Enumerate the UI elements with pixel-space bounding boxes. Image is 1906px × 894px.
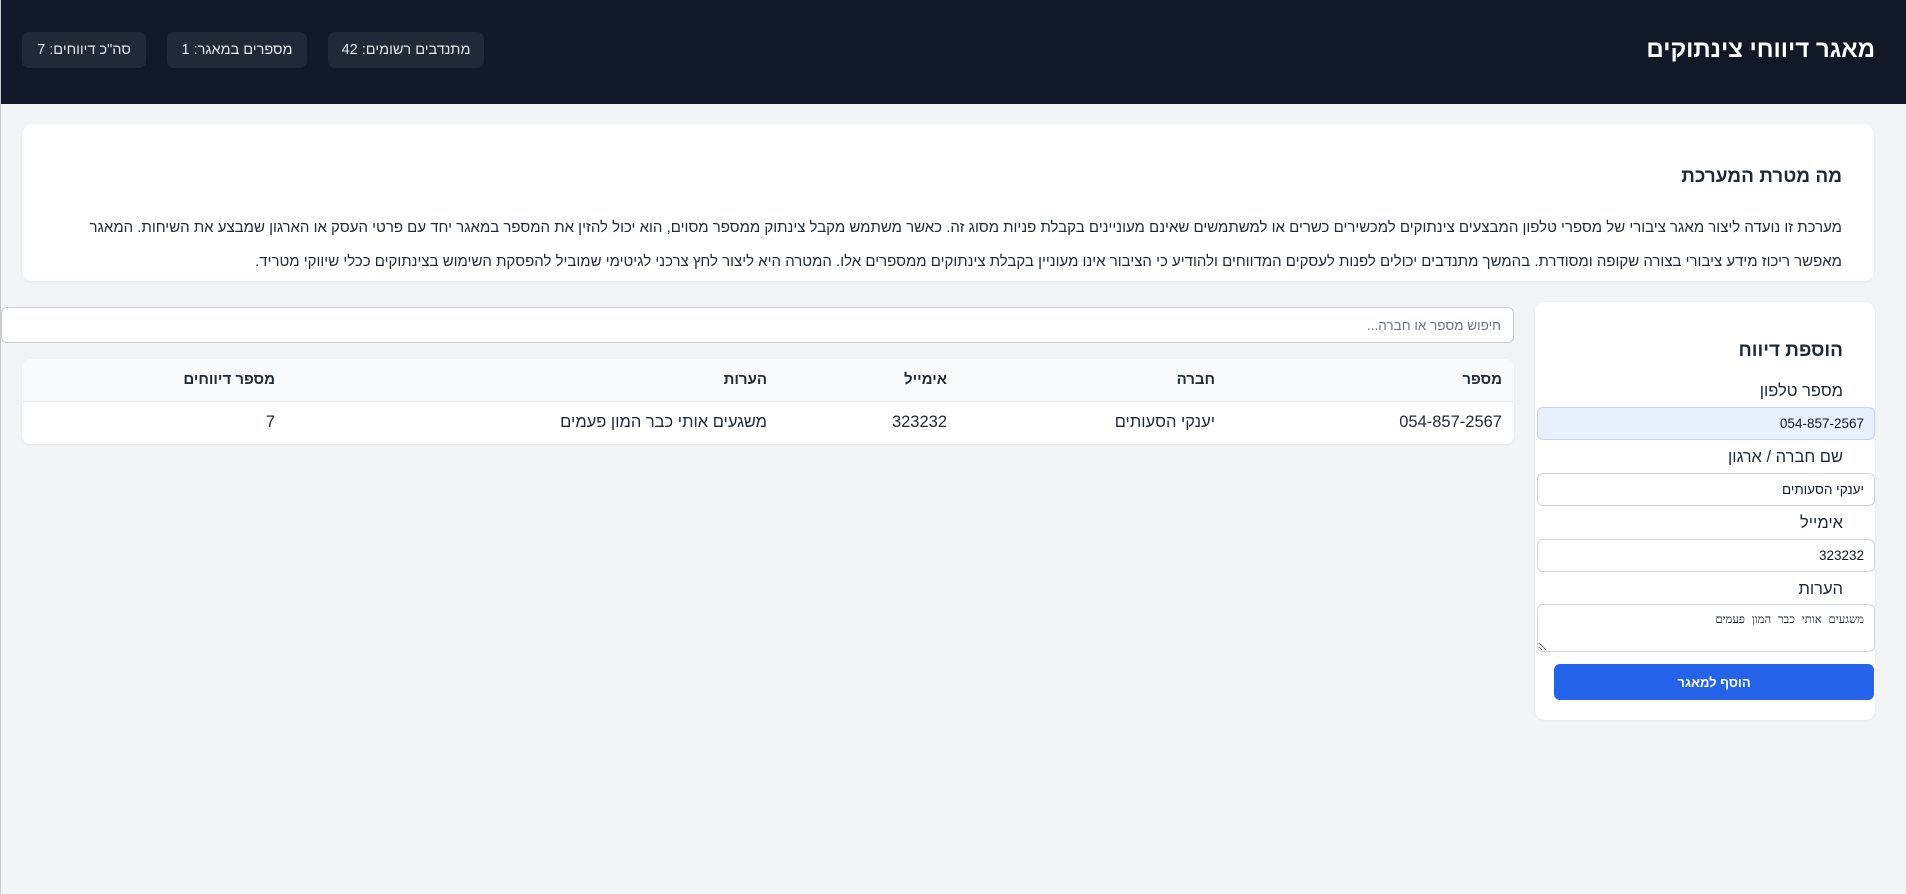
- search-input[interactable]: [1, 307, 1514, 343]
- add-report-form: הוספת דיווח מספר טלפון שם חברה / ארגון א…: [1535, 302, 1875, 720]
- stat-numbers: מספרים במאגר: 1: [167, 32, 307, 68]
- col-company: חברה: [1176, 371, 1215, 389]
- top-header: מאגר דיווחי צינתוקים מתנדבים רשומים: 42 …: [1, 0, 1906, 104]
- notes-label: הערות: [1798, 580, 1843, 598]
- stat-total-reports: סה"כ דיווחים: 7: [22, 32, 146, 68]
- cell-company: יענקי הסעותים: [1114, 413, 1215, 432]
- phone-input[interactable]: [1537, 407, 1875, 440]
- notes-textarea[interactable]: משגעים אותי כבר המון פעמים: [1537, 604, 1875, 652]
- add-to-database-button[interactable]: הוסף למאגר: [1554, 664, 1874, 700]
- form-title: הוספת דיווח: [1738, 340, 1843, 361]
- about-card: מה מטרת המערכת מערכת זו נועדה ליצור מאגר…: [22, 124, 1874, 281]
- col-notes: הערות: [723, 371, 767, 389]
- reports-table: מספר חברה אימייל הערות מספר דיווחים 054-…: [22, 359, 1514, 444]
- app-title: מאגר דיווחי צינתוקים: [1646, 36, 1875, 63]
- phone-label: מספר טלפון: [1759, 382, 1843, 400]
- col-number: מספר: [1462, 371, 1502, 389]
- email-label: אימייל: [1800, 514, 1843, 532]
- cell-email: 323232: [891, 413, 947, 432]
- cell-report-count: 7: [265, 413, 275, 432]
- table-header-row: מספר חברה אימייל הערות מספר דיווחים: [22, 359, 1514, 401]
- company-input[interactable]: [1537, 473, 1875, 506]
- col-report-count: מספר דיווחים: [183, 371, 275, 389]
- about-title: מה מטרת המערכת: [1681, 166, 1842, 187]
- company-label: שם חברה / ארגון: [1728, 448, 1843, 466]
- cell-number: 054-857-2567: [1399, 413, 1502, 432]
- about-text: מערכת זו נועדה ליצור מאגר ציבורי של מספר…: [89, 219, 1842, 270]
- table-row[interactable]: 054-857-2567 יענקי הסעותים 323232 משגעים…: [22, 401, 1514, 444]
- stat-volunteers: מתנדבים רשומים: 42: [328, 32, 484, 68]
- email-input[interactable]: [1537, 539, 1875, 572]
- cell-notes: משגעים אותי כבר המון פעמים: [560, 413, 767, 432]
- stats-bar: מתנדבים רשומים: 42 מספרים במאגר: 1 סה"כ …: [22, 32, 484, 68]
- col-email: אימייל: [904, 371, 947, 389]
